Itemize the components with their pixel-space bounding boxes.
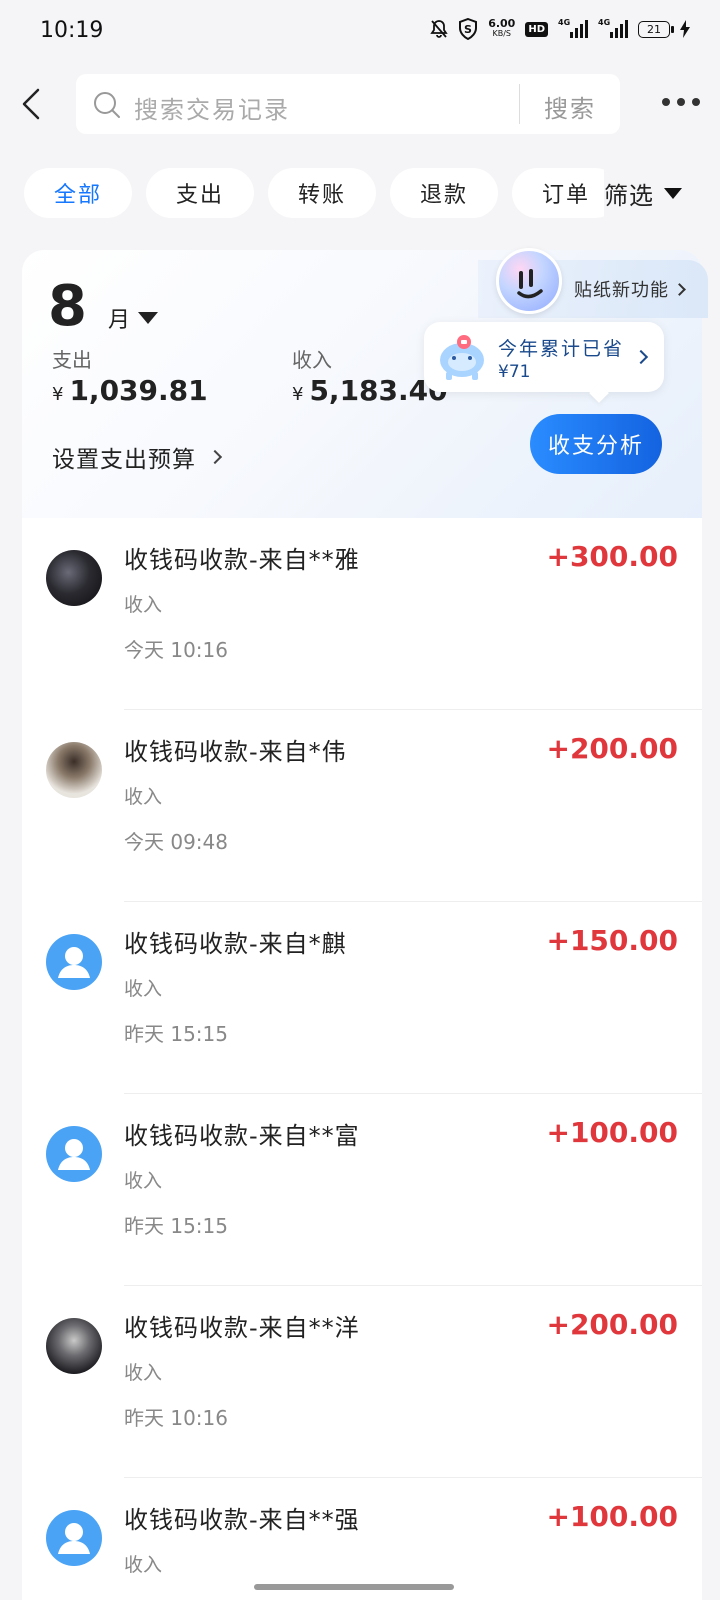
- month-dropdown-icon[interactable]: [138, 312, 158, 324]
- transaction-date: 今天 09:48: [124, 830, 228, 854]
- transaction-row[interactable]: 收钱码收款-来自**洋 收入 昨天 10:16 +200.00: [22, 1286, 702, 1478]
- filter-label: 筛选: [604, 182, 654, 210]
- month-unit[interactable]: 月: [108, 302, 130, 334]
- transaction-amount: +100.00: [546, 1500, 678, 1533]
- tab-transfer[interactable]: 转账: [268, 168, 376, 218]
- transaction-row[interactable]: 收钱码收款-来自*麒 收入 昨天 15:15 +150.00: [22, 902, 702, 1094]
- expense-value: 1,039.81: [69, 374, 208, 407]
- transaction-amount: +200.00: [546, 1308, 678, 1341]
- transaction-amount: +100.00: [546, 1116, 678, 1149]
- hd-badge: HD: [525, 21, 548, 37]
- transaction-title: 收钱码收款-来自**强: [124, 1506, 360, 1534]
- speed-value: 6.00: [488, 17, 516, 30]
- saved-value: ¥71: [498, 362, 531, 382]
- more-menu-icon[interactable]: [662, 98, 700, 106]
- month-number[interactable]: 8: [48, 274, 87, 339]
- back-arrow-icon: [22, 88, 40, 120]
- status-bar: 10:19 S 6.00 KB/S HD 4G 4G 21: [0, 0, 720, 62]
- chevron-right-icon: [207, 449, 223, 465]
- savings-tooltip[interactable]: 今年累计已省 ¥71: [424, 322, 664, 392]
- transaction-type: 收入: [124, 978, 163, 1000]
- network-type-1: 4G: [558, 18, 571, 27]
- search-button[interactable]: 搜索: [544, 89, 596, 124]
- expense-amount: ¥1,039.81: [52, 374, 208, 407]
- home-indicator[interactable]: [254, 1584, 454, 1590]
- expense-label: 支出: [52, 348, 92, 372]
- transaction-row[interactable]: 收钱码收款-来自**雅 收入 今天 10:16 +300.00: [22, 518, 702, 710]
- search-header: 搜索交易记录 搜索: [0, 70, 720, 136]
- sticker-face-icon[interactable]: [496, 248, 562, 314]
- transaction-title: 收钱码收款-来自*麒: [124, 930, 347, 958]
- transaction-row[interactable]: 收钱码收款-来自**强 收入 +100.00: [22, 1478, 702, 1600]
- transaction-type: 收入: [124, 1554, 163, 1576]
- transaction-title: 收钱码收款-来自**富: [124, 1122, 360, 1150]
- set-budget-link[interactable]: 设置支出预算: [52, 440, 223, 474]
- tab-expense[interactable]: 支出: [146, 168, 254, 218]
- search-placeholder: 搜索交易记录: [134, 96, 290, 124]
- transaction-date: 昨天 10:16: [124, 1406, 228, 1430]
- avatar: [46, 742, 102, 798]
- transaction-type: 收入: [124, 1362, 163, 1384]
- status-icons: S 6.00 KB/S HD 4G 4G 21: [430, 18, 690, 40]
- transaction-type: 收入: [124, 786, 163, 808]
- svg-text:S: S: [464, 23, 472, 36]
- back-button[interactable]: [18, 84, 48, 124]
- expense-currency: ¥: [52, 384, 64, 405]
- status-time: 10:19: [40, 18, 104, 43]
- battery-icon: 21: [638, 20, 674, 38]
- transaction-date: 今天 10:16: [124, 638, 228, 662]
- default-user-avatar-icon: [46, 1126, 102, 1182]
- tab-all[interactable]: 全部: [24, 168, 132, 218]
- transaction-amount: +200.00: [546, 732, 678, 765]
- filter-button[interactable]: 筛选: [604, 176, 682, 211]
- signal-icon-1: 4G: [558, 18, 588, 38]
- speed-unit: KB/S: [492, 29, 512, 38]
- filter-tabs: 全部 支出 转账 退款 订单: [24, 168, 604, 220]
- charging-bolt-icon: [680, 18, 690, 40]
- network-type-2: 4G: [598, 18, 611, 27]
- transaction-row[interactable]: 收钱码收款-来自**富 收入 昨天 15:15 +100.00: [22, 1094, 702, 1286]
- search-icon: [94, 92, 120, 118]
- avatar: [46, 1318, 102, 1374]
- transaction-amount: +150.00: [546, 924, 678, 957]
- filter-dropdown-icon: [664, 188, 682, 199]
- month-summary-card: 贴纸新功能 8 月 支出 ¥1,039.81 收入 ¥5,183.40 今年累计…: [22, 248, 708, 518]
- income-label: 收入: [292, 348, 332, 372]
- avatar: [46, 550, 102, 606]
- network-speed: 6.00 KB/S: [488, 17, 516, 39]
- chevron-right-icon: [673, 282, 686, 296]
- chevron-right-icon: [633, 349, 649, 365]
- budget-label: 设置支出预算: [52, 447, 196, 473]
- transaction-row[interactable]: 收钱码收款-来自*伟 收入 今天 09:48 +200.00: [22, 710, 702, 902]
- transaction-type: 收入: [124, 1170, 163, 1192]
- piggy-bank-icon: [440, 335, 484, 380]
- transaction-date: 昨天 15:15: [124, 1214, 228, 1238]
- mute-bell-icon: [430, 18, 448, 40]
- sticker-label: 贴纸新功能: [574, 280, 669, 301]
- tab-refund[interactable]: 退款: [390, 168, 498, 218]
- transaction-list: 收钱码收款-来自**雅 收入 今天 10:16 +300.00 收钱码收款-来自…: [22, 518, 702, 1600]
- default-user-avatar-icon: [46, 934, 102, 990]
- transaction-date: 昨天 15:15: [124, 1022, 228, 1046]
- tab-order[interactable]: 订单: [512, 168, 604, 218]
- search-input[interactable]: 搜索交易记录 搜索: [76, 74, 620, 134]
- transaction-title: 收钱码收款-来自**雅: [124, 546, 360, 574]
- transaction-title: 收钱码收款-来自*伟: [124, 738, 347, 766]
- search-divider: [519, 84, 520, 124]
- transaction-type: 收入: [124, 594, 163, 616]
- saved-title: 今年累计已省: [498, 338, 625, 360]
- signal-icon-2: 4G: [598, 18, 628, 38]
- income-currency: ¥: [292, 384, 304, 405]
- transaction-title: 收钱码收款-来自**洋: [124, 1314, 360, 1342]
- default-user-avatar-icon: [46, 1510, 102, 1566]
- shield-s-icon: S: [458, 18, 478, 40]
- transaction-amount: +300.00: [546, 540, 678, 573]
- analysis-button[interactable]: 收支分析: [530, 414, 662, 474]
